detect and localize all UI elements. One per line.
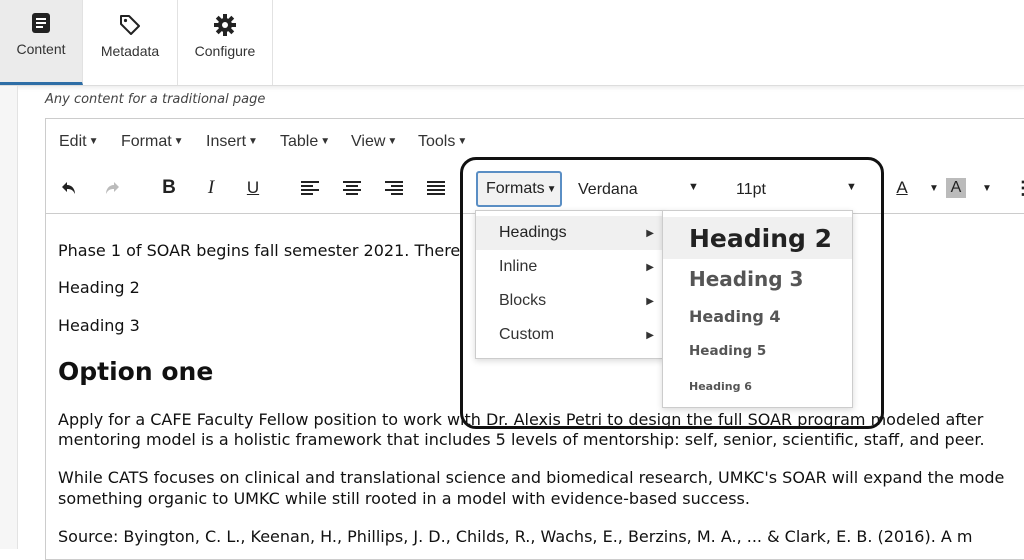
menu-item-inline[interactable]: Inline ▶ <box>476 250 664 284</box>
left-gutter <box>0 86 18 549</box>
paragraph: Phase 1 of SOAR begins fall semester 202… <box>58 241 461 260</box>
caret-right-icon: ▶ <box>646 261 654 273</box>
paragraph: Heading 3 <box>58 316 140 335</box>
content-heading: Option one <box>58 357 214 386</box>
caret-right-icon: ▶ <box>646 295 654 307</box>
caret-down-icon: ▼ <box>88 136 99 147</box>
paragraph: While CATS focuses on clinical and trans… <box>58 468 1005 487</box>
menu-item-heading-2[interactable]: Heading 2 <box>663 217 852 259</box>
caret-down-icon: ▼ <box>546 183 557 195</box>
paragraph: something organic to UMKC while still ro… <box>58 489 750 508</box>
editor-menubar: Edit ▼ Format ▼ Insert ▼ Table ▼ View ▼ Tools… <box>46 119 1024 165</box>
menu-item-headings[interactable]: Headings ▶ <box>476 216 664 250</box>
menu-item-label: Inline <box>499 258 538 275</box>
field-description: Any content for a traditional page <box>45 92 266 107</box>
tab-metadata-label: Metadata <box>100 42 160 59</box>
formats-button-label: Formats <box>486 180 545 197</box>
formats-menu: Headings ▶ Inline ▶ Blocks ▶ Custom ▶ <box>475 210 665 359</box>
align-center-icon[interactable] <box>339 175 365 201</box>
caret-down-icon[interactable]: ▼ <box>846 181 857 193</box>
more-icon[interactable]: ⋮ <box>1010 175 1024 201</box>
tab-content[interactable]: Content <box>0 0 83 85</box>
top-tab-bar: Content Metadata Configure <box>0 0 1024 86</box>
underline-icon[interactable]: U <box>240 175 266 201</box>
caret-down-icon: ▼ <box>173 136 184 147</box>
caret-down-icon: ▼ <box>457 136 468 147</box>
caret-down-icon[interactable]: ▼ <box>688 181 699 193</box>
paragraph: Heading 2 <box>58 278 140 297</box>
font-family-select[interactable]: Verdana <box>578 181 638 199</box>
paragraph: Apply for a CAFE Faculty Fellow position… <box>58 410 984 429</box>
menu-item-label: Blocks <box>499 292 547 309</box>
align-left-icon[interactable] <box>297 175 323 201</box>
menu-item-custom[interactable]: Custom ▶ <box>476 318 664 352</box>
editor-toolbar: B I U Formats ▼ Verdana ▼ 11pt ▼ A ▼ A ▼ … <box>46 165 1024 214</box>
menu-item-label: Custom <box>499 326 555 343</box>
document-icon <box>29 11 53 35</box>
tab-content-label: Content <box>16 41 66 57</box>
caret-down-icon: ▼ <box>248 136 258 147</box>
align-right-icon[interactable] <box>381 175 407 201</box>
menu-item-heading-5[interactable]: Heading 5 <box>663 335 852 367</box>
menu-edit[interactable]: Edit ▼ <box>59 133 98 151</box>
align-justify-icon[interactable] <box>423 175 449 201</box>
formats-button[interactable]: Formats ▼ <box>476 171 562 207</box>
headings-submenu: Heading 2 Heading 3 Heading 4 Heading 5 … <box>662 210 853 408</box>
caret-down-icon: ▼ <box>320 136 331 147</box>
caret-right-icon: ▶ <box>646 227 654 239</box>
menu-insert-label: Insert <box>206 133 247 150</box>
menu-view[interactable]: View ▼ <box>351 133 397 151</box>
undo-icon[interactable] <box>56 175 82 201</box>
menu-item-heading-3[interactable]: Heading 3 <box>663 261 852 297</box>
background-color-icon[interactable]: A <box>946 178 966 198</box>
menu-item-label: Headings <box>499 224 567 241</box>
caret-right-icon: ▶ <box>646 329 654 341</box>
italic-icon[interactable]: I <box>198 175 224 201</box>
menu-edit-label: Edit <box>59 133 87 150</box>
caret-down-icon[interactable]: ▼ <box>921 175 947 201</box>
menu-item-blocks[interactable]: Blocks ▶ <box>476 284 664 318</box>
caret-down-icon: ▼ <box>387 136 398 147</box>
tag-icon <box>118 13 142 37</box>
menu-item-heading-4[interactable]: Heading 4 <box>663 299 852 333</box>
menu-format[interactable]: Format ▼ <box>121 133 184 151</box>
caret-down-icon[interactable]: ▼ <box>974 175 1000 201</box>
menu-table[interactable]: Table ▼ <box>280 133 330 151</box>
menu-tools-label: Tools <box>418 133 456 150</box>
menu-tools[interactable]: Tools ▼ <box>418 133 467 151</box>
text-color-icon[interactable]: A <box>889 175 915 201</box>
tab-metadata[interactable]: Metadata <box>83 0 178 85</box>
menu-insert[interactable]: Insert ▼ <box>206 133 258 151</box>
tab-configure-label: Configure <box>194 42 256 59</box>
redo-icon[interactable] <box>99 175 125 201</box>
gear-icon <box>213 13 237 37</box>
menu-item-heading-6[interactable]: Heading 6 <box>663 371 852 401</box>
paragraph: Source: Byington, C. L., Keenan, H., Phi… <box>58 527 973 546</box>
font-size-select[interactable]: 11pt <box>736 181 766 199</box>
tab-configure[interactable]: Configure <box>178 0 273 85</box>
menu-view-label: View <box>351 133 386 150</box>
menu-format-label: Format <box>121 133 172 150</box>
paragraph: mentoring model is a holistic framework … <box>58 430 985 449</box>
menu-table-label: Table <box>280 133 319 150</box>
bold-icon[interactable]: B <box>156 175 182 201</box>
